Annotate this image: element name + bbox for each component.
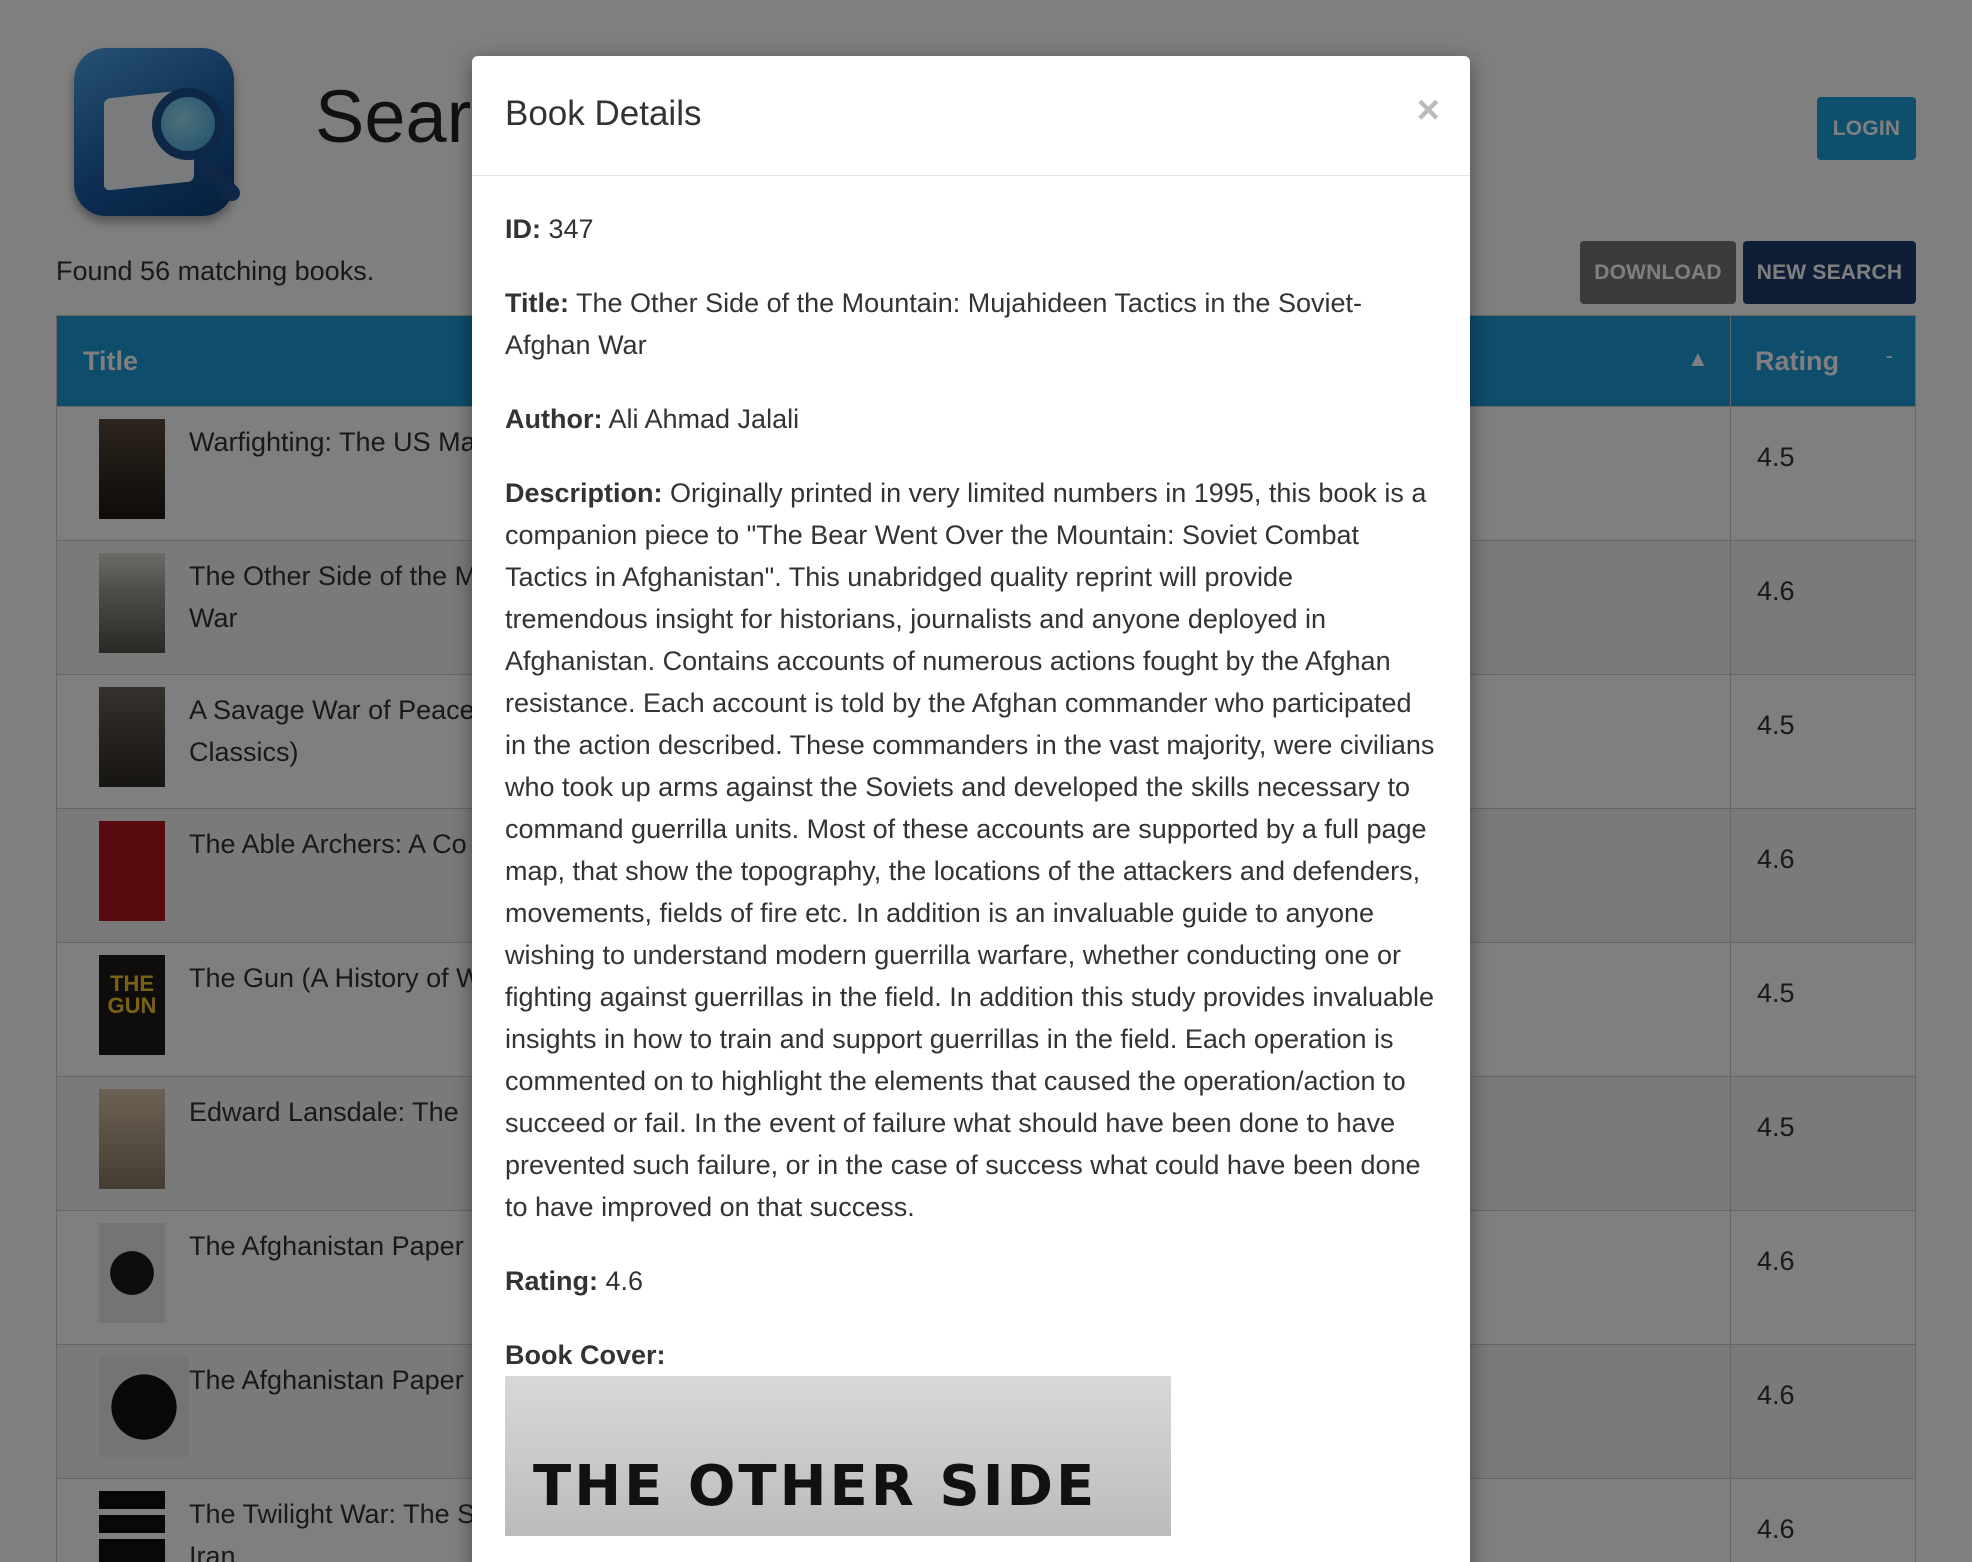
author-label: Author: bbox=[505, 404, 603, 434]
detail-rating: Rating: 4.6 bbox=[505, 1260, 1437, 1302]
detail-title: Title: The Other Side of the Mountain: M… bbox=[505, 282, 1437, 366]
modal-header: Book Details × bbox=[472, 56, 1470, 176]
rating-label: Rating: bbox=[505, 1266, 598, 1296]
title-value: The Other Side of the Mountain: Mujahide… bbox=[505, 288, 1362, 360]
modal-title: Book Details bbox=[505, 94, 702, 133]
detail-description: Description: Originally printed in very … bbox=[505, 472, 1437, 1228]
author-value: Ali Ahmad Jalali bbox=[608, 404, 800, 434]
title-label: Title: bbox=[505, 288, 570, 318]
cover-image-text: THE OTHER SIDE bbox=[533, 1454, 1098, 1519]
book-details-modal: Book Details × ID: 347 Title: The Other … bbox=[472, 56, 1470, 1562]
description-value: Originally printed in very limited numbe… bbox=[505, 478, 1435, 1222]
cover-label: Book Cover: bbox=[505, 1340, 666, 1370]
detail-cover: Book Cover: bbox=[505, 1334, 1437, 1376]
id-label: ID: bbox=[505, 214, 541, 244]
description-label: Description: bbox=[505, 478, 663, 508]
rating-value: 4.6 bbox=[605, 1266, 644, 1296]
close-icon[interactable]: × bbox=[1417, 90, 1440, 130]
id-value: 347 bbox=[548, 214, 594, 244]
detail-author: Author: Ali Ahmad Jalali bbox=[505, 398, 1437, 440]
modal-body: ID: 347 Title: The Other Side of the Mou… bbox=[472, 176, 1470, 1536]
book-cover-image: THE OTHER SIDE bbox=[505, 1376, 1171, 1536]
detail-id: ID: 347 bbox=[505, 208, 1437, 250]
